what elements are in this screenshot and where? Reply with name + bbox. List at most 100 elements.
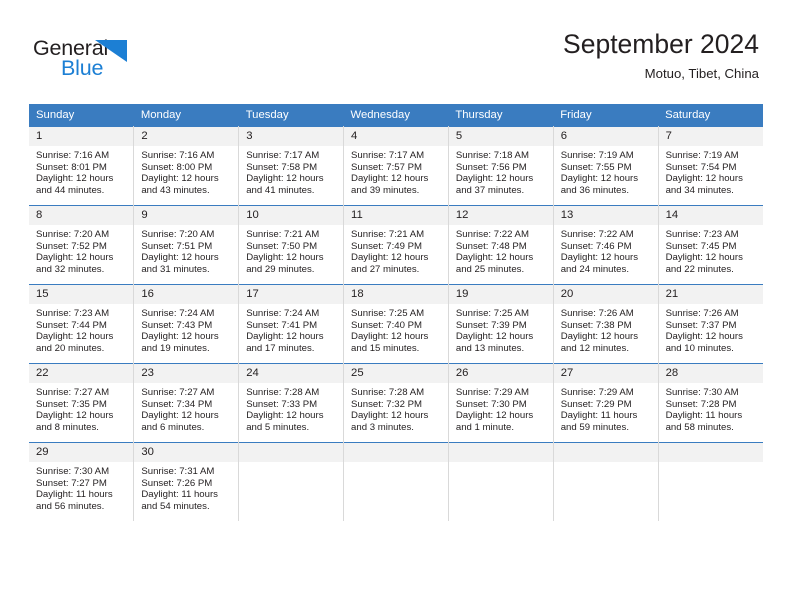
calendar-day-cell[interactable]: 21 Sunrise: 7:26 AM Sunset: 7:37 PM Dayligh…: [658, 284, 763, 364]
location-subtitle: Motuo, Tibet, China: [644, 66, 759, 81]
sunrise-text: Sunrise: 7:25 AM: [351, 308, 425, 319]
daylight-text: Daylight: 12 hours and 44 minutes.: [36, 173, 114, 196]
calendar-page: General Blue September 2024 Motuo, Tibet…: [0, 0, 792, 612]
calendar-day-cell[interactable]: 4 Sunrise: 7:17 AM Sunset: 7:57 PM Daylight…: [343, 126, 449, 206]
day-number: [344, 443, 448, 462]
sunset-text: Sunset: 7:38 PM: [560, 319, 632, 331]
calendar-day-cell[interactable]: 20 Sunrise: 7:26 AM Sunset: 7:38 PM Dayligh…: [553, 284, 659, 364]
calendar-day-cell[interactable]: 14 Sunrise: 7:23 AM Sunset: 7:45 PM Dayligh…: [658, 205, 763, 285]
calendar-day-cell[interactable]: 12 Sunrise: 7:22 AM Sunset: 7:48 PM Dayligh…: [448, 205, 554, 285]
day-details: Sunrise: 7:18 AM Sunset: 7:56 PM Daylight:…: [449, 146, 553, 196]
daylight-text: Daylight: 12 hours and 10 minutes.: [665, 331, 743, 354]
sunrise-text: Sunrise: 7:17 AM: [351, 150, 425, 161]
calendar-day-cell[interactable]: 11 Sunrise: 7:21 AM Sunset: 7:49 PM Dayligh…: [343, 205, 449, 285]
calendar-week-row: 1 Sunrise: 7:16 AM Sunset: 8:01 PM Daylight…: [29, 126, 763, 206]
daylight-text: Daylight: 12 hours and 34 minutes.: [665, 173, 743, 196]
sunset-text: Sunset: 7:54 PM: [665, 161, 737, 173]
weekday-header-thursday: Thursday: [448, 104, 554, 127]
sunrise-text: Sunrise: 7:30 AM: [665, 387, 739, 398]
day-number: 4: [344, 127, 448, 146]
calendar-day-cell[interactable]: 2 Sunrise: 7:16 AM Sunset: 8:00 PM Daylight…: [133, 126, 240, 206]
calendar-week-row: 15 Sunrise: 7:23 AM Sunset: 7:44 PM Dayligh…: [29, 284, 763, 364]
calendar-day-cell[interactable]: 6 Sunrise: 7:19 AM Sunset: 7:55 PM Daylight…: [553, 126, 659, 206]
calendar-day-cell[interactable]: 8 Sunrise: 7:20 AM Sunset: 7:52 PM Daylight…: [29, 205, 135, 285]
calendar-day-cell[interactable]: 9 Sunrise: 7:20 AM Sunset: 7:51 PM Daylight…: [133, 205, 240, 285]
day-number: 16: [134, 285, 239, 304]
calendar-day-cell[interactable]: 19 Sunrise: 7:25 AM Sunset: 7:39 PM Dayligh…: [448, 284, 554, 364]
calendar-day-cell[interactable]: 3 Sunrise: 7:17 AM Sunset: 7:58 PM Daylight…: [238, 126, 345, 206]
calendar-day-cell[interactable]: 30 Sunrise: 7:31 AM Sunset: 7:26 PM Dayligh…: [133, 442, 240, 521]
calendar-day-cell[interactable]: 7 Sunrise: 7:19 AM Sunset: 7:54 PM Daylight…: [658, 126, 763, 206]
sunrise-text: Sunrise: 7:26 AM: [665, 308, 739, 319]
weekday-header-friday: Friday: [553, 104, 659, 127]
day-number: [239, 443, 344, 462]
daylight-text: Daylight: 11 hours and 59 minutes.: [560, 410, 638, 433]
day-number: 12: [448, 206, 553, 225]
sunset-text: Sunset: 7:26 PM: [141, 477, 213, 489]
sunrise-text: Sunrise: 7:30 AM: [36, 466, 110, 477]
daylight-text: Daylight: 12 hours and 15 minutes.: [351, 331, 429, 354]
calendar-day-cell[interactable]: 15 Sunrise: 7:23 AM Sunset: 7:44 PM Dayligh…: [29, 284, 135, 364]
day-number: 14: [658, 206, 763, 225]
sunrise-text: Sunrise: 7:22 AM: [560, 229, 634, 240]
sunrise-text: Sunrise: 7:28 AM: [246, 387, 320, 398]
day-number: 27: [553, 364, 658, 383]
sunset-text: Sunset: 7:51 PM: [141, 240, 213, 252]
day-number: 18: [344, 285, 448, 304]
calendar-day-cell[interactable]: 26 Sunrise: 7:29 AM Sunset: 7:30 PM Dayligh…: [448, 363, 554, 443]
calendar-day-cell[interactable]: 22 Sunrise: 7:27 AM Sunset: 7:35 PM Dayligh…: [29, 363, 135, 443]
calendar-day-cell[interactable]: 25 Sunrise: 7:28 AM Sunset: 7:32 PM Dayligh…: [343, 363, 449, 443]
day-number: 26: [448, 364, 553, 383]
sunrise-text: Sunrise: 7:26 AM: [560, 308, 634, 319]
sunrise-text: Sunrise: 7:27 AM: [141, 387, 215, 398]
sunrise-text: Sunrise: 7:24 AM: [141, 308, 215, 319]
day-details: Sunrise: 7:23 AM Sunset: 7:44 PM Daylight:…: [29, 304, 133, 354]
sunrise-text: Sunrise: 7:16 AM: [36, 150, 110, 161]
day-details: Sunrise: 7:28 AM Sunset: 7:32 PM Daylight:…: [344, 383, 448, 433]
calendar-day-cell[interactable]: 18 Sunrise: 7:25 AM Sunset: 7:40 PM Dayligh…: [343, 284, 449, 364]
day-number: 1: [29, 127, 134, 146]
day-details: Sunrise: 7:29 AM Sunset: 7:30 PM Daylight:…: [449, 383, 553, 433]
day-number: 8: [29, 206, 134, 225]
day-details: Sunrise: 7:31 AM Sunset: 7:26 PM Daylight:…: [134, 462, 238, 512]
page-header: General Blue September 2024 Motuo, Tibet…: [0, 0, 792, 104]
calendar-day-cell[interactable]: 17 Sunrise: 7:24 AM Sunset: 7:41 PM Dayligh…: [238, 284, 345, 364]
day-number: 9: [134, 206, 239, 225]
weekday-header-tuesday: Tuesday: [238, 104, 344, 127]
calendar-day-cell[interactable]: 10 Sunrise: 7:21 AM Sunset: 7:50 PM Dayligh…: [238, 205, 345, 285]
sunset-text: Sunset: 7:33 PM: [246, 398, 318, 410]
daylight-text: Daylight: 12 hours and 22 minutes.: [665, 252, 743, 275]
sunset-text: Sunset: 7:46 PM: [560, 240, 632, 252]
daylight-text: Daylight: 12 hours and 39 minutes.: [351, 173, 429, 196]
sunrise-text: Sunrise: 7:23 AM: [36, 308, 110, 319]
calendar-day-cell[interactable]: 1 Sunrise: 7:16 AM Sunset: 8:01 PM Daylight…: [29, 126, 135, 206]
day-number: 15: [29, 285, 134, 304]
daylight-text: Daylight: 12 hours and 31 minutes.: [141, 252, 219, 275]
day-details: Sunrise: 7:21 AM Sunset: 7:49 PM Daylight:…: [344, 225, 448, 275]
calendar-day-cell[interactable]: 29 Sunrise: 7:30 AM Sunset: 7:27 PM Dayligh…: [29, 442, 135, 521]
daylight-text: Daylight: 11 hours and 56 minutes.: [36, 489, 113, 512]
sunset-text: Sunset: 7:39 PM: [455, 319, 527, 331]
calendar-week-row: 29 Sunrise: 7:30 AM Sunset: 7:27 PM Dayligh…: [29, 442, 763, 521]
calendar-day-cell[interactable]: 5 Sunrise: 7:18 AM Sunset: 7:56 PM Daylight…: [448, 126, 554, 206]
sunset-text: Sunset: 7:37 PM: [665, 319, 737, 331]
day-details: Sunrise: 7:21 AM Sunset: 7:50 PM Daylight:…: [239, 225, 343, 275]
calendar-day-cell[interactable]: 23 Sunrise: 7:27 AM Sunset: 7:34 PM Dayligh…: [133, 363, 240, 443]
weekday-header-wednesday: Wednesday: [343, 104, 449, 127]
calendar-day-cell[interactable]: 28 Sunrise: 7:30 AM Sunset: 7:28 PM Dayligh…: [658, 363, 763, 443]
daylight-text: Daylight: 12 hours and 32 minutes.: [36, 252, 114, 275]
day-details: Sunrise: 7:23 AM Sunset: 7:45 PM Daylight:…: [659, 225, 763, 275]
daylight-text: Daylight: 12 hours and 6 minutes.: [141, 410, 219, 433]
sunset-text: Sunset: 7:34 PM: [141, 398, 213, 410]
day-details: Sunrise: 7:22 AM Sunset: 7:46 PM Daylight:…: [554, 225, 658, 275]
page-title: September 2024: [563, 29, 759, 59]
calendar-day-cell[interactable]: 24 Sunrise: 7:28 AM Sunset: 7:33 PM Dayligh…: [238, 363, 345, 443]
calendar-day-cell[interactable]: 13 Sunrise: 7:22 AM Sunset: 7:46 PM Dayligh…: [553, 205, 659, 285]
day-number: [658, 443, 763, 462]
day-details: Sunrise: 7:19 AM Sunset: 7:55 PM Daylight:…: [554, 146, 658, 196]
day-number: 28: [658, 364, 763, 383]
calendar-body: 1 Sunrise: 7:16 AM Sunset: 8:01 PM Daylight…: [29, 126, 763, 521]
calendar-day-cell[interactable]: 27 Sunrise: 7:29 AM Sunset: 7:29 PM Dayligh…: [553, 363, 659, 443]
calendar-day-cell[interactable]: 16 Sunrise: 7:24 AM Sunset: 7:43 PM Dayligh…: [133, 284, 240, 364]
day-number: 10: [239, 206, 344, 225]
